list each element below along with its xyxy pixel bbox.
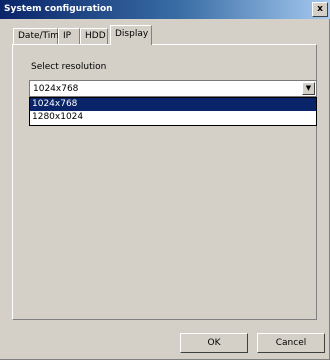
tab-hdd[interactable]: HDD xyxy=(80,28,108,44)
resolution-selected-value: 1024x768 xyxy=(33,84,79,94)
resolution-select[interactable]: 1024x768 ▼ xyxy=(29,80,317,97)
system-configuration-dialog: System configuration x Date/Time IP HDD … xyxy=(0,0,330,360)
resolution-option[interactable]: 1024x768 xyxy=(30,98,316,111)
ok-button[interactable]: OK xyxy=(180,333,248,353)
window-title: System configuration xyxy=(4,4,113,14)
cancel-button[interactable]: Cancel xyxy=(257,333,325,353)
title-bar[interactable]: System configuration x xyxy=(0,0,330,19)
tab-ip[interactable]: IP xyxy=(58,28,80,44)
resolution-options-list: 1024x768 1280x1024 xyxy=(29,97,317,126)
select-resolution-label: Select resolution xyxy=(31,62,107,72)
close-button[interactable]: x xyxy=(312,2,328,17)
resolution-option[interactable]: 1280x1024 xyxy=(30,111,316,124)
dropdown-arrow-icon[interactable]: ▼ xyxy=(302,82,315,95)
tab-display[interactable]: Display xyxy=(110,25,152,45)
tab-date-time[interactable]: Date/Time xyxy=(13,28,65,44)
